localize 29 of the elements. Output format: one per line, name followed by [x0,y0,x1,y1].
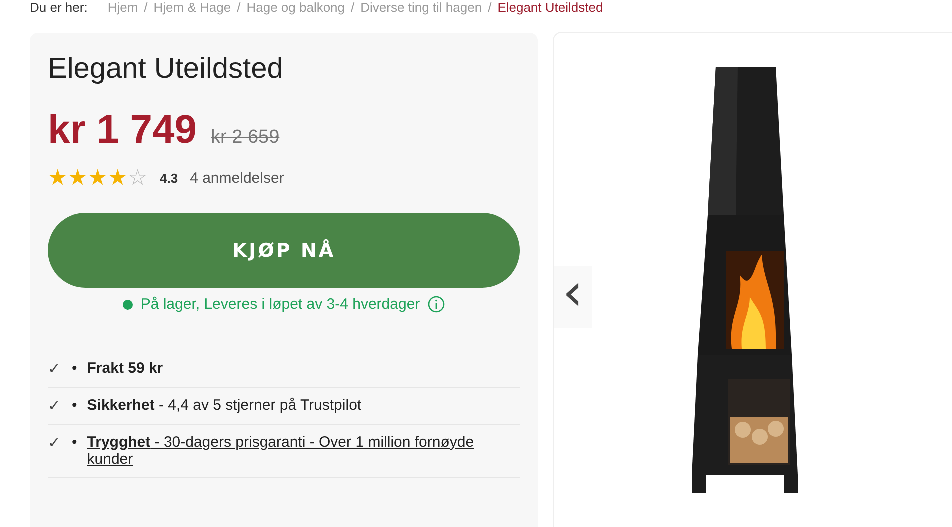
stock-status: På lager, Leveres i løpet av 3-4 hverdager [140,296,420,313]
breadcrumb-separator: / [488,0,492,15]
reviews-link[interactable]: 4 anmeldelser [190,170,284,186]
breadcrumb-separator: / [351,0,355,15]
bullet-mark: • [72,360,78,378]
bullet-mark: • [72,397,78,415]
buy-now-button[interactable]: KJØP NÅ [48,213,520,288]
feature-text: Sikkerhet - 4,4 av 5 stjerner på Trustpilot [87,397,362,415]
breadcrumb-current: Elegant Uteildsted [498,0,604,15]
breadcrumb-link[interactable]: Hjem & Hage [154,0,232,15]
product-title: Elegant Uteildsted [48,53,284,86]
star-rating: ★★★★☆ [48,167,148,189]
breadcrumb-separator: / [237,0,241,15]
bullet-mark: • [72,434,78,453]
feature-link[interactable]: Trygghet - 30-dagers prisgaranti - Over 1 million fornøyde kunder [87,434,520,468]
rating-value: 4.3 [160,170,178,186]
previous-image-button[interactable]: ‹ [554,266,592,328]
old-price: kr 2 659 [211,127,280,149]
breadcrumb-label: Du er her: [30,0,88,15]
info-icon[interactable] [428,296,446,313]
feature-text: Frakt 59 kr [87,360,164,378]
breadcrumb-link[interactable]: Hage og balkong [246,0,346,15]
breadcrumb-link[interactable]: Hjem [108,0,138,15]
check-mark: ✓ [48,397,62,415]
price: kr 1 749 [48,108,198,153]
check-mark: ✓ [48,434,62,454]
breadcrumb-separator: / [144,0,148,15]
breadcrumb-link[interactable]: Diverse ting til hagen [360,0,482,15]
check-mark: ✓ [48,360,62,378]
